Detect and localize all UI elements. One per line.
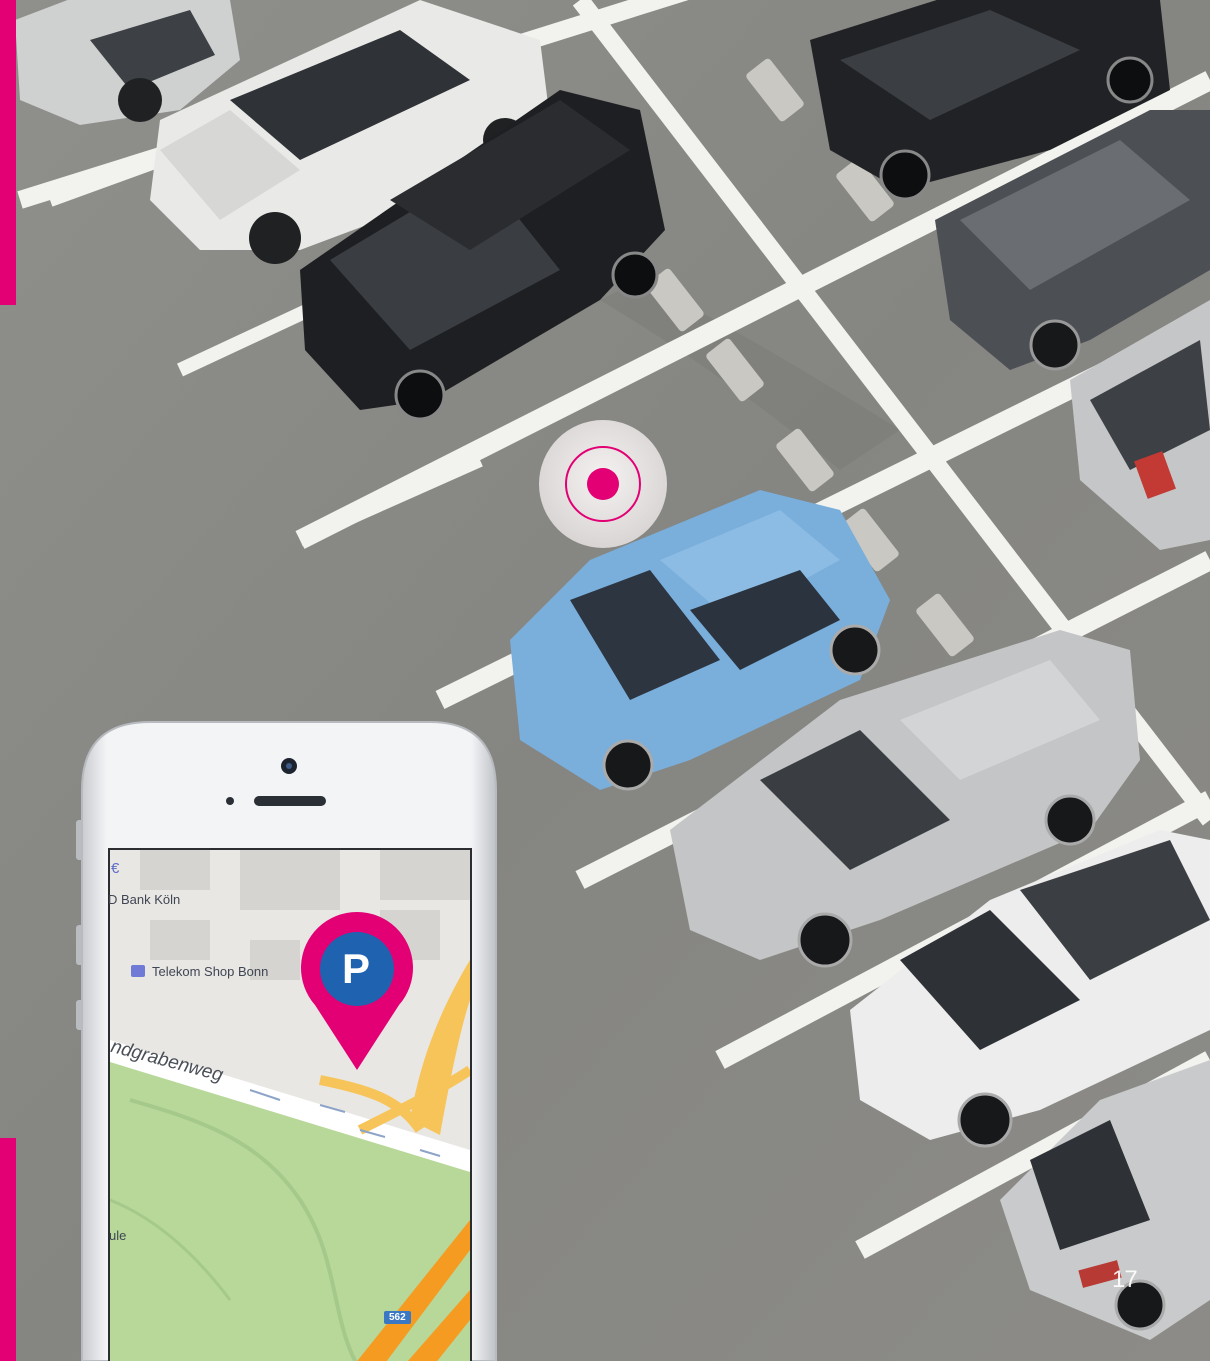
location-target-icon: [539, 420, 667, 548]
parking-lot-scene: [0, 0, 1210, 1361]
phone-device: [76, 721, 497, 1361]
shopping-bag-icon: [131, 965, 145, 977]
map-poi-shop: Telekom Shop Bonn: [152, 964, 269, 979]
accent-strip-top: [0, 0, 16, 305]
parking-lot-photo: € D Bank Köln Telekom Shop Bonn ndgraben…: [0, 0, 1210, 1361]
route-shield: 562: [384, 1311, 411, 1324]
accent-strip-bottom: [0, 1138, 16, 1361]
map-poi-partial: ule: [109, 1228, 127, 1243]
map-screen: [110, 850, 470, 1361]
parking-pin-letter: P: [341, 945, 370, 992]
page-number: 17: [1112, 1266, 1138, 1293]
map-poi-bank: D Bank Köln: [108, 892, 181, 907]
map-poi-euro: €: [111, 860, 120, 877]
